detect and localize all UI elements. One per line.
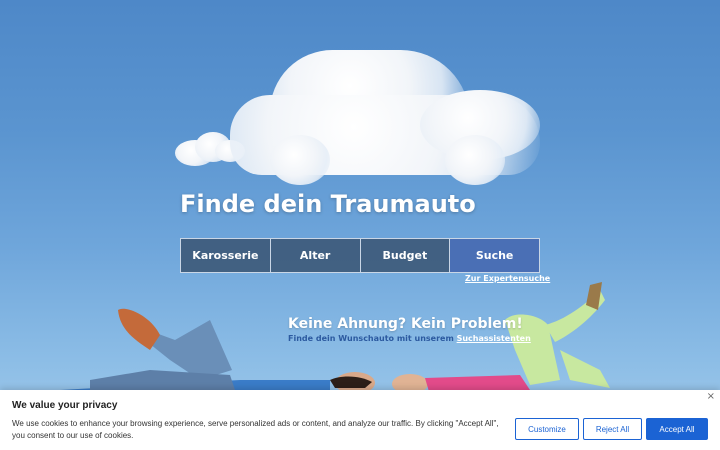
subline: Finde dein Wunschauto mit unserem Suchas… <box>288 334 531 343</box>
hero-section: Finde dein Traumauto Karosserie Alter Bu… <box>0 0 720 450</box>
page-title: Finde dein Traumauto <box>180 190 476 218</box>
cookie-banner: × We value your privacy We use cookies t… <box>0 390 720 450</box>
cloud-car-image <box>170 40 550 190</box>
subtitle: Keine Ahnung? Kein Problem! <box>288 316 523 332</box>
cookie-text: We use cookies to enhance your browsing … <box>12 419 499 440</box>
accept-all-button[interactable]: Accept All <box>646 418 708 440</box>
cookie-title: We value your privacy <box>12 400 118 411</box>
close-icon[interactable]: × <box>707 391 715 402</box>
tab-budget[interactable]: Budget <box>360 239 451 272</box>
reject-all-button[interactable]: Reject All <box>583 418 642 440</box>
tab-karosserie[interactable]: Karosserie <box>181 239 271 272</box>
subline-text: Finde dein Wunschauto mit unserem <box>288 334 457 343</box>
expert-search-link[interactable]: Zur Expertensuche <box>465 274 550 283</box>
search-assistant-link[interactable]: Suchassistenten <box>457 334 531 343</box>
search-tabs: Karosserie Alter Budget Suche <box>180 238 540 273</box>
tab-alter[interactable]: Alter <box>270 239 361 272</box>
tab-suche[interactable]: Suche <box>450 239 539 272</box>
customize-button[interactable]: Customize <box>515 418 579 440</box>
